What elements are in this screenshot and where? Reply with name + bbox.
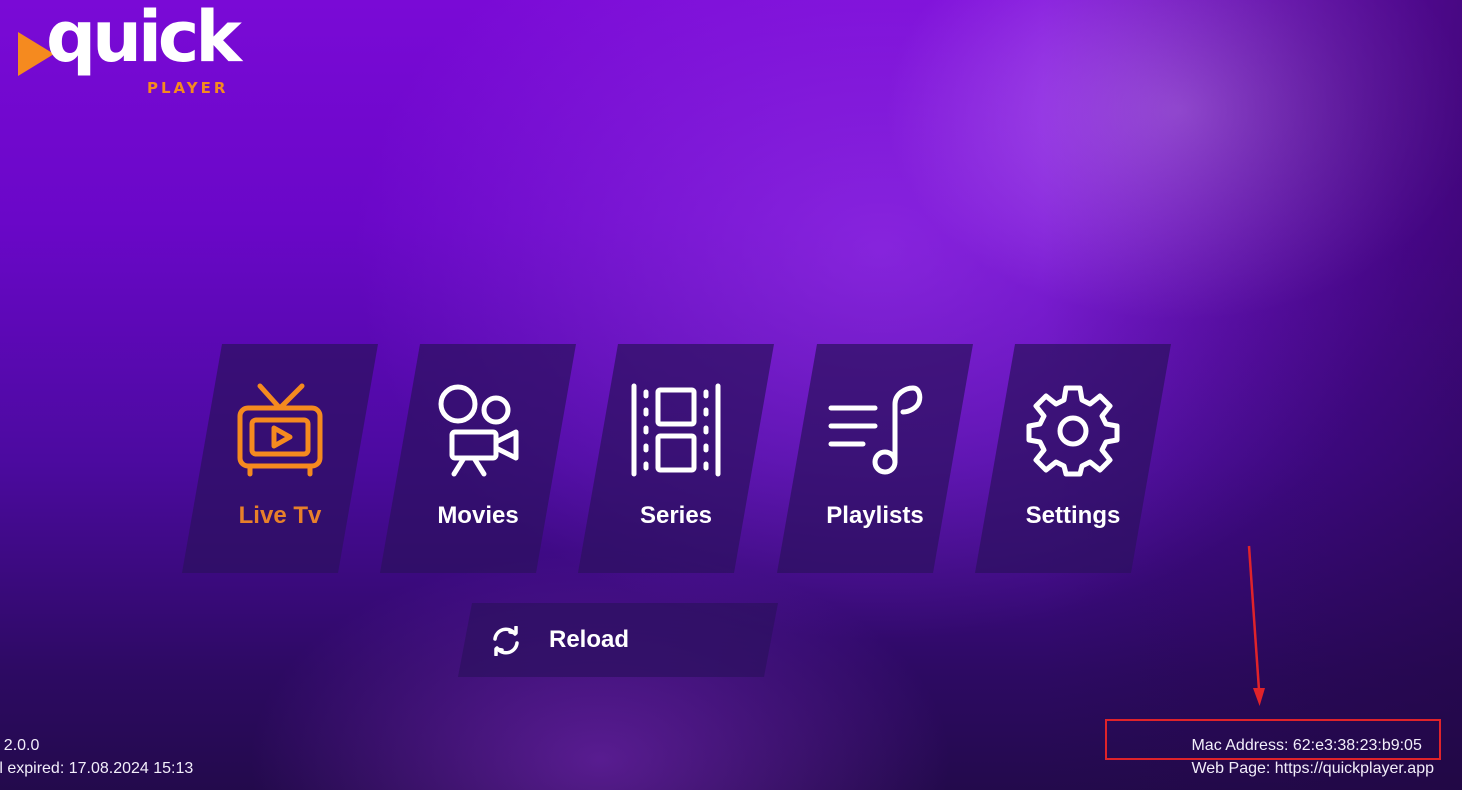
reload-button[interactable]: Reload <box>458 603 778 677</box>
logo-wordmark: quick <box>46 0 242 78</box>
menu-tile-movies[interactable]: Movies <box>380 344 576 573</box>
movie-camera-icon <box>438 384 519 477</box>
tv-play-icon <box>237 383 323 477</box>
version-text: n: 2.0.0 <box>0 737 40 754</box>
menu-tile-label: Movies <box>437 502 519 529</box>
menu-tile-live-tv[interactable]: Live Tv <box>182 344 378 573</box>
gear-icon <box>1026 385 1120 477</box>
film-strip-icon <box>631 383 721 477</box>
menu-tile-settings[interactable]: Settings <box>975 344 1171 573</box>
reload-label: Reload <box>549 626 630 653</box>
refresh-icon <box>493 626 519 656</box>
app-logo: quick PLAYER <box>18 2 248 101</box>
mac-highlight-box <box>1105 719 1441 760</box>
menu-tile-label: Live Tv <box>238 502 322 529</box>
web-page-text: Web Page: https://quickplayer.app <box>1191 760 1434 777</box>
menu-tile-label: Series <box>639 502 713 529</box>
app-info: n: 2.0.0 tal expired: 17.08.2024 15:13 <box>0 734 193 780</box>
menu-tile-playlists[interactable]: Playlists <box>777 344 973 573</box>
menu-tile-label: Playlists <box>826 502 924 529</box>
logo-subtitle: PLAYER <box>147 79 229 97</box>
music-list-icon <box>828 385 923 475</box>
red-arrow-icon <box>1247 545 1265 706</box>
trial-expired-text: tal expired: 17.08.2024 15:13 <box>0 760 194 777</box>
menu-tile-series[interactable]: Series <box>578 344 774 573</box>
menu-tile-label: Settings <box>1025 502 1121 529</box>
